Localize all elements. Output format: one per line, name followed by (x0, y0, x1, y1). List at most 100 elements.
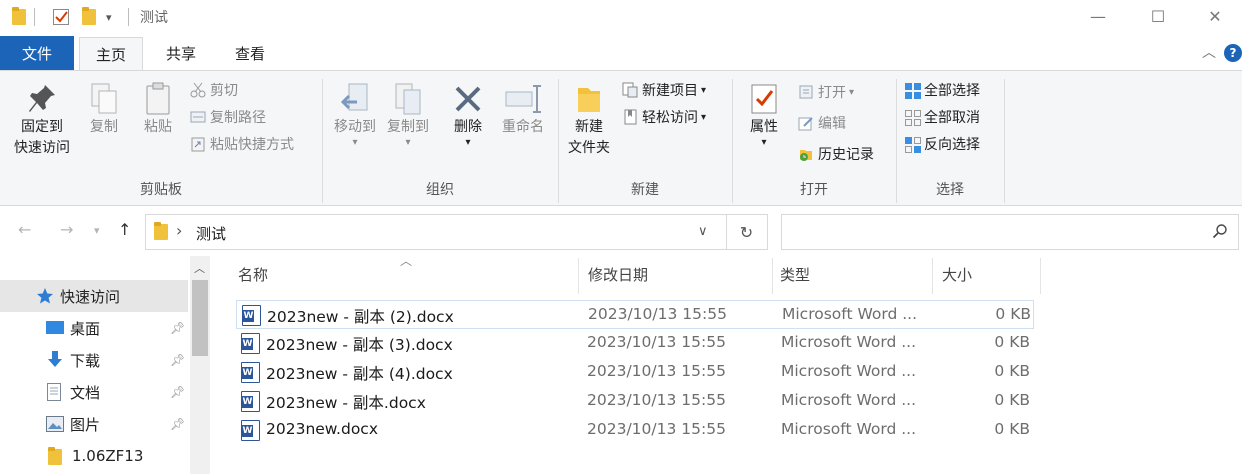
new-item-dropdown-icon[interactable]: ▾ (701, 85, 706, 96)
column-divider[interactable] (932, 258, 933, 294)
refresh-button[interactable]: ↻ (726, 214, 768, 250)
open-button[interactable]: 打开 ▾ (798, 81, 854, 103)
file-type: Microsoft Word ... (781, 420, 917, 438)
forward-arrow-icon[interactable]: → (60, 220, 73, 239)
open-dropdown-icon[interactable]: ▾ (849, 87, 854, 98)
qa-dropdown-icon[interactable]: ▾ (106, 6, 112, 28)
history-button[interactable]: 历史记录 (798, 143, 874, 165)
address-bar[interactable]: › 测试 ∨ (145, 214, 727, 250)
paste-button[interactable]: 粘贴 (136, 81, 180, 138)
rename-button[interactable]: 重命名 (496, 81, 550, 138)
nav-item-pictures[interactable]: 图片 📌︎ (0, 408, 188, 440)
new-folder-quick-icon[interactable] (82, 6, 96, 28)
easy-access-button[interactable]: 轻松访问 ▾ (622, 106, 706, 128)
back-arrow-icon[interactable]: ← (18, 220, 31, 239)
column-header-name[interactable]: 名称 (238, 264, 268, 285)
move-to-dropdown-icon[interactable]: ▾ (330, 138, 380, 148)
recent-locations-chevron-icon[interactable]: ▾ (94, 224, 100, 237)
up-arrow-icon[interactable]: ↑ (118, 220, 131, 239)
select-none-button[interactable]: 全部取消 (904, 106, 980, 128)
paste-shortcut-button[interactable]: 粘贴快捷方式 (190, 133, 294, 155)
properties-button[interactable]: 属性 ▾ (740, 81, 788, 148)
tab-share[interactable]: 共享 (150, 37, 212, 70)
pin-icon[interactable]: 📌︎ (170, 353, 185, 367)
move-to-button[interactable]: 移动到 ▾ (330, 81, 380, 148)
nav-scroll-thumb[interactable] (192, 280, 208, 356)
nav-item-downloads[interactable]: 下载 📌︎ (0, 344, 188, 376)
tab-view[interactable]: 查看 (218, 37, 282, 70)
new-item-button[interactable]: 新建项目 ▾ (622, 79, 706, 101)
folder-icon[interactable] (12, 6, 26, 28)
copy-path-icon (190, 109, 206, 125)
pin-icon[interactable]: 📌︎ (170, 385, 185, 399)
breadcrumb-current-folder[interactable]: 测试 (196, 223, 226, 244)
group-label-open: 打开 (800, 182, 828, 198)
file-name: 2023new - 副本 (3).docx (266, 336, 453, 354)
file-row[interactable]: 2023new - 副本.docx 2023/10/13 15:55 Micro… (236, 387, 1034, 416)
column-header-type[interactable]: 类型 (780, 264, 810, 285)
delete-button[interactable]: 删除 ▾ (446, 81, 490, 148)
cut-button[interactable]: 剪切 (190, 79, 238, 101)
easy-access-dropdown-icon[interactable]: ▾ (701, 112, 706, 123)
history-icon (798, 146, 814, 162)
refresh-icon: ↻ (739, 222, 754, 242)
help-icon[interactable]: ? (1224, 44, 1242, 62)
file-type: Microsoft Word ... (781, 391, 917, 409)
nav-item-documents[interactable]: 文档 📌︎ (0, 376, 188, 408)
properties-check-icon[interactable] (52, 6, 70, 28)
minimize-icon: — (1090, 6, 1106, 26)
file-row[interactable]: 2023new - 副本 (2).docx 2023/10/13 15:55 M… (236, 300, 1034, 329)
edit-button[interactable]: 编辑 (798, 112, 846, 134)
copy-path-button[interactable]: 复制路径 (190, 106, 266, 128)
file-date: 2023/10/13 15:55 (587, 333, 726, 351)
file-row[interactable]: 2023new - 副本 (3).docx 2023/10/13 15:55 M… (236, 329, 1034, 358)
file-name: 2023new - 副本 (4).docx (266, 365, 453, 383)
tab-home[interactable]: 主页 (79, 37, 143, 70)
document-icon (47, 383, 61, 405)
invert-selection-button[interactable]: 反向选择 (904, 133, 980, 155)
column-header-date[interactable]: 修改日期 (588, 264, 648, 285)
copy-button[interactable]: 复制 (82, 81, 126, 138)
select-all-button[interactable]: 全部选择 (904, 79, 980, 101)
move-to-icon (330, 81, 380, 117)
file-row[interactable]: 2023new.docx 2023/10/13 15:55 Microsoft … (236, 416, 1034, 445)
edit-pencil-icon (798, 115, 814, 131)
address-row: ← → ▾ ↑ › 测试 ∨ ↻ (0, 206, 1242, 256)
close-button[interactable]: ✕ (1188, 0, 1242, 32)
file-date: 2023/10/13 15:55 (587, 420, 726, 438)
column-divider[interactable] (1040, 258, 1041, 294)
nav-item-folder[interactable]: 1.06ZF13 (0, 440, 188, 472)
delete-dropdown-icon[interactable]: ▾ (446, 138, 490, 148)
file-name: 2023new - 副本 (2).docx (267, 308, 454, 326)
breadcrumb-separator-icon[interactable]: › (176, 221, 182, 240)
minimize-button[interactable]: — (1068, 0, 1128, 32)
collapse-ribbon-icon[interactable]: ︿ (1202, 42, 1216, 62)
scroll-up-chevron-icon[interactable]: ︿ (194, 260, 205, 276)
properties-icon (740, 81, 788, 117)
address-dropdown-icon[interactable]: ∨ (698, 224, 708, 239)
new-folder-button[interactable]: 新建 文件夹 (562, 81, 616, 159)
file-name: 2023new.docx (266, 420, 379, 438)
word-doc-icon (242, 305, 261, 326)
file-row[interactable]: 2023new - 副本 (4).docx 2023/10/13 15:55 M… (236, 358, 1034, 387)
nav-item-quick-access[interactable]: 快速访问 (0, 280, 188, 312)
maximize-button[interactable]: ☐ (1128, 0, 1188, 32)
delete-x-icon (446, 81, 490, 117)
group-separator (1004, 79, 1005, 203)
column-divider[interactable] (772, 258, 773, 294)
column-divider[interactable] (578, 258, 579, 294)
properties-dropdown-icon[interactable]: ▾ (740, 138, 788, 148)
tab-file[interactable]: 文件 (0, 36, 74, 70)
copy-to-dropdown-icon[interactable]: ▾ (382, 138, 434, 148)
group-label-clipboard: 剪贴板 (140, 182, 182, 198)
pin-icon[interactable]: 📌︎ (170, 321, 185, 335)
search-input[interactable] (781, 214, 1239, 250)
select-none-icon (904, 109, 921, 126)
pin-icon[interactable]: 📌︎ (170, 417, 185, 431)
file-type: Microsoft Word ... (781, 333, 917, 351)
pin-to-quick-access-button[interactable]: 固定到 快速访问 (8, 81, 76, 159)
copy-to-button[interactable]: 复制到 ▾ (382, 81, 434, 148)
desktop-icon (46, 321, 64, 339)
nav-item-desktop[interactable]: 桌面 📌︎ (0, 312, 188, 344)
column-header-size[interactable]: 大小 (942, 264, 972, 285)
